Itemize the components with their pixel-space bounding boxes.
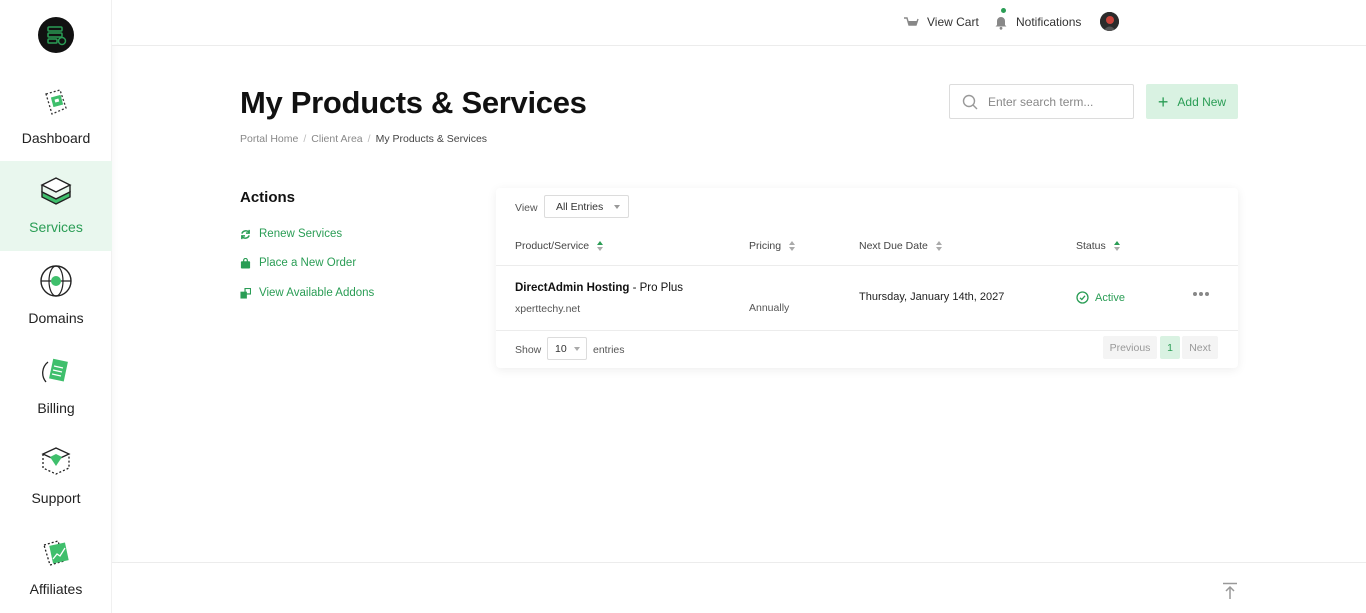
column-header-pricing[interactable]: Pricing: [749, 240, 796, 252]
renew-services-link[interactable]: Renew Services: [240, 228, 342, 240]
breadcrumb-portal-home[interactable]: Portal Home: [240, 133, 298, 145]
server-box-icon: [40, 177, 72, 205]
place-new-order-link[interactable]: Place a New Order: [240, 257, 356, 269]
view-available-addons-link[interactable]: View Available Addons: [240, 287, 374, 299]
notifications-link[interactable]: Notifications: [994, 12, 1081, 32]
shopping-bag-icon: [240, 257, 251, 269]
column-header-label: Status: [1076, 240, 1106, 252]
plus-icon: +: [1157, 91, 1169, 112]
breadcrumb-current: My Products & Services: [375, 133, 488, 145]
show-entries-label: Show: [515, 344, 542, 356]
action-link-label: Place a New Order: [259, 257, 357, 269]
sidebar-item-services[interactable]: Services: [0, 161, 112, 251]
back-to-top-icon[interactable]: [1222, 582, 1238, 600]
sidebar-item-label: Billing: [37, 400, 75, 416]
divider: [496, 330, 1238, 331]
product-domain: xperttechy.net: [515, 303, 581, 315]
status-badge: Active: [1076, 291, 1125, 304]
add-new-label: Add New: [1177, 94, 1227, 109]
sidebar-item-dashboard[interactable]: Dashboard: [0, 72, 112, 162]
sidebar-item-label: Affiliates: [29, 581, 83, 597]
sidebar-item-domains[interactable]: Domains: [0, 252, 112, 342]
action-link-label: Renew Services: [259, 228, 343, 240]
divider: [496, 265, 1238, 266]
column-header-label: Product/Service: [515, 240, 590, 252]
view-filter-select[interactable]: All Entries: [544, 195, 629, 218]
refresh-icon: [241, 229, 250, 239]
sidebar-item-affiliates[interactable]: Affiliates: [0, 523, 112, 613]
entries-label: entries: [593, 344, 625, 356]
page-title: My Products & Services: [240, 85, 587, 120]
server-logo-icon: [47, 26, 67, 46]
breadcrumb: Portal Home / Client Area / My Products …: [240, 133, 487, 145]
action-link-label: View Available Addons: [259, 287, 375, 299]
pagination-page-1[interactable]: 1: [1160, 336, 1180, 359]
dashboard-icon: [45, 89, 67, 115]
breadcrumb-separator: /: [303, 133, 307, 145]
chevron-down-icon: [614, 205, 620, 209]
status-label: Active: [1095, 291, 1125, 304]
product-name: DirectAdmin Hosting - Pro Plus: [515, 282, 683, 294]
footer: [112, 562, 1366, 613]
sidebar-item-label: Support: [31, 490, 81, 506]
column-header-next-due-date[interactable]: Next Due Date: [859, 240, 942, 252]
user-avatar[interactable]: [1100, 12, 1119, 31]
pagination-next-button[interactable]: Next: [1182, 336, 1218, 359]
affiliates-chart-icon: [43, 540, 69, 566]
search-input[interactable]: [988, 94, 1128, 109]
sidebar-item-support[interactable]: Support: [0, 432, 112, 522]
pagination-previous-button[interactable]: Previous: [1103, 336, 1157, 359]
next-due-date: Thursday, January 14th, 2027: [859, 291, 1005, 303]
sort-icon: [597, 241, 604, 251]
column-header-label: Next Due Date: [859, 240, 928, 252]
sort-icon: [935, 241, 942, 251]
check-circle-icon: [1076, 291, 1089, 304]
product-title: DirectAdmin Hosting: [515, 282, 630, 294]
breadcrumb-client-area[interactable]: Client Area: [311, 133, 362, 145]
services-table-card: View All Entries Product/Service Pricing…: [496, 188, 1238, 368]
view-filter-label: View: [515, 202, 538, 214]
avatar-image: [1100, 12, 1119, 31]
cart-icon: [904, 17, 919, 26]
actions-heading: Actions: [240, 189, 296, 206]
bell-icon: [995, 17, 1007, 30]
search-icon: [962, 94, 978, 109]
brand-logo[interactable]: [38, 17, 74, 53]
sidebar-item-label: Dashboard: [21, 130, 91, 146]
column-header-product[interactable]: Product/Service: [515, 240, 604, 252]
column-header-status[interactable]: Status: [1076, 240, 1120, 252]
view-filter-value: All Entries: [556, 200, 604, 213]
row-more-options-icon[interactable]: [1193, 292, 1209, 298]
sidebar-item-billing[interactable]: Billing: [0, 342, 112, 432]
search-box[interactable]: [949, 84, 1134, 119]
column-header-label: Pricing: [749, 240, 782, 252]
breadcrumb-separator: /: [367, 133, 371, 145]
sidebar-item-label: Domains: [28, 310, 84, 326]
chevron-down-icon: [574, 347, 580, 351]
sidebar: Dashboard Services Domains Billing Suppo…: [0, 0, 112, 613]
product-plan: - Pro Plus: [629, 282, 684, 294]
billing-cycle: Annually: [749, 302, 790, 314]
add-new-button[interactable]: + Add New: [1146, 84, 1238, 119]
addons-icon: [240, 287, 251, 299]
support-box-icon: [41, 447, 71, 475]
globe-icon: [40, 265, 72, 297]
view-cart-label: View Cart: [927, 15, 979, 29]
top-bar: View Cart Notifications: [112, 0, 1366, 46]
notifications-label: Notifications: [1016, 15, 1082, 29]
sidebar-item-label: Services: [29, 219, 83, 235]
page-size-select[interactable]: 10: [547, 337, 587, 360]
billing-icon: [42, 358, 68, 383]
sort-icon: [1113, 241, 1120, 251]
view-cart-link[interactable]: View Cart: [903, 12, 979, 32]
page-size-value: 10: [555, 342, 567, 355]
sort-icon: [789, 241, 796, 251]
